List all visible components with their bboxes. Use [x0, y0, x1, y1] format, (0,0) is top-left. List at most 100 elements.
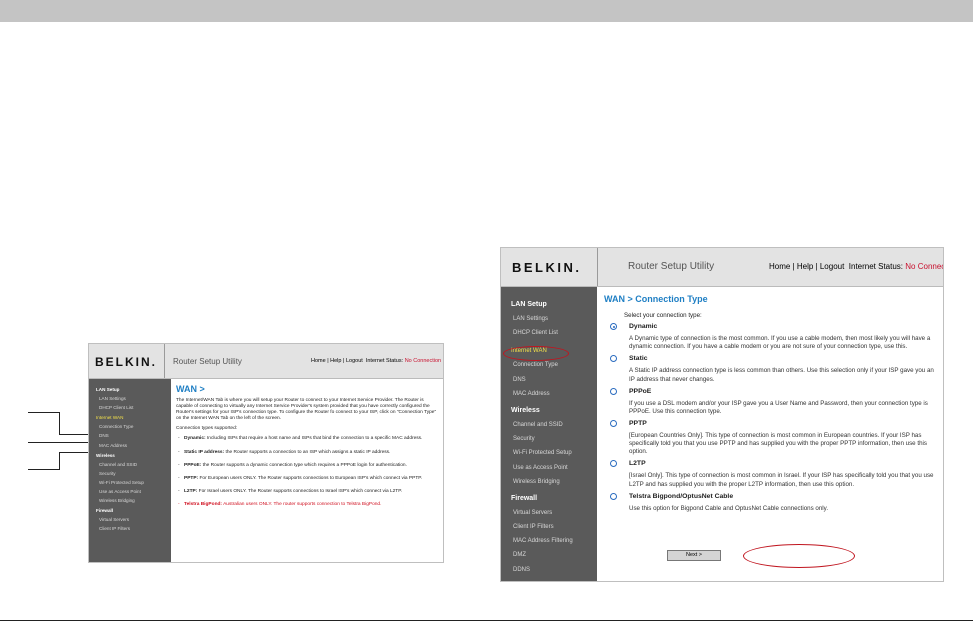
belkin-logo: BELKIN. [95, 355, 157, 369]
sidebar-section-heading: Internet WAN [96, 415, 124, 421]
sidebar-item[interactable]: MAC Address [511, 387, 597, 401]
header-links[interactable]: Home | Help | Logout Internet Status: No… [769, 262, 943, 271]
sidebar-item[interactable]: DNS [96, 431, 171, 440]
option-name: PPTP [629, 419, 647, 427]
option-description: A Static IP address connection type is l… [629, 367, 934, 383]
connection-option: PPPoE If you use a DSL modem and/or your … [604, 387, 935, 416]
connection-type-desc: the Router supports a connection to an I… [225, 449, 391, 455]
connection-type-item: PPTP: For European users ONLY. The Route… [178, 475, 437, 482]
connection-type-list: Dynamic: Including ISPs that require a h… [176, 436, 437, 508]
sidebar-item[interactable]: Virtual Servers [96, 515, 171, 524]
sidebar-item[interactable]: Use as Access Point [511, 461, 597, 475]
sidebar-item[interactable]: DDNS [511, 563, 597, 577]
connection-option: Dynamic A Dynamic type of connection is t… [604, 323, 935, 351]
page-bottom-rule [0, 620, 973, 621]
router-title: Router Setup Utility [628, 261, 715, 272]
option-name: Dynamic [629, 323, 658, 331]
belkin-logo: BELKIN. [512, 260, 582, 275]
radio-button[interactable] [610, 460, 617, 468]
sidebar-item[interactable]: MAC Address Filtering [511, 534, 597, 548]
internet-status-label: Internet Status: [365, 358, 404, 364]
option-description: [European Countries Only]. This type of … [629, 432, 927, 456]
sidebar-item[interactable]: Connection Type [96, 422, 171, 431]
sidebar-item[interactable]: DHCP Client List [511, 326, 597, 340]
page-top-bar [0, 0, 973, 22]
radio-button[interactable] [610, 355, 617, 363]
internet-status-label: Internet Status: [848, 262, 904, 271]
nav-links[interactable]: Home | Help | Logout [311, 358, 363, 364]
header-divider [164, 344, 165, 378]
sidebar-section-heading: Firewall [511, 494, 538, 502]
supported-heading: Connection types supported: [176, 426, 238, 432]
connection-type-desc: the Router supports a dynamic connection… [202, 462, 407, 468]
sidebar-item[interactable]: Security [511, 432, 597, 446]
sidebar-item[interactable]: DMZ [511, 548, 597, 562]
sidebar-item[interactable]: Wireless Bridging [511, 475, 597, 489]
option-name: Static [629, 355, 648, 363]
router-title: Router Setup Utility [173, 357, 242, 366]
sidebar-item[interactable]: LAN Settings [511, 312, 597, 326]
sidebar-item[interactable]: LAN Settings [96, 394, 171, 403]
router-main-content: WAN > Connection Type Select your connec… [597, 287, 943, 581]
router-screenshot-wan-overview: BELKIN. Router Setup Utility Home | Help… [88, 343, 444, 563]
connection-type-desc: Including ISPs that require a host name … [206, 436, 423, 442]
header-divider [597, 248, 598, 286]
nav-links[interactable]: Home | Help | Logout [769, 262, 844, 271]
callout-line-1-diag [59, 412, 60, 435]
callout-line-3-diag [59, 452, 60, 470]
connection-type-item: L2TP: For Israel users ONLY. The Router … [178, 488, 437, 495]
sidebar-item[interactable]: Wireless Bridging [96, 496, 171, 505]
router-header: BELKIN. Router Setup Utility Home | Help… [89, 344, 443, 379]
sidebar-item[interactable]: Security [96, 469, 171, 478]
connection-options: Dynamic A Dynamic type of connection is t… [604, 323, 935, 513]
sidebar-item[interactable]: WAN Ping Blocking [511, 577, 597, 582]
callout-line-3 [28, 469, 60, 470]
option-description: [Israel Only]. This type of connection i… [629, 472, 934, 488]
sidebar-item[interactable]: Client IP Filters [96, 524, 171, 533]
connection-option: PPTP [European Countries Only]. This type… [604, 419, 935, 456]
sidebar-section-heading: Wireless [96, 452, 115, 458]
sidebar-item[interactable]: MAC Address [96, 441, 171, 450]
page-title: WAN > Connection Type [604, 294, 708, 304]
radio-button[interactable] [610, 419, 617, 427]
sidebar-item[interactable]: DHCP Client List [96, 403, 171, 412]
option-description: Use this option for Bigpond Cable and Op… [629, 504, 829, 512]
sidebar-item[interactable]: Channel and SSID [511, 418, 597, 432]
connection-option: L2TP [Israel Only]. This type of connecti… [604, 460, 935, 488]
connection-type-name: Static IP address: [184, 449, 225, 455]
sidebar-item[interactable]: Client IP Filters [511, 520, 597, 534]
sidebar-section-heading: Wireless [511, 406, 540, 414]
router-sidebar: LAN Setup LAN Settings DHCP Client List Int… [501, 287, 597, 581]
connection-type-name: Telstra BigPond: [184, 501, 223, 507]
option-name: L2TP [629, 460, 646, 468]
connection-type-desc: For European users ONLY. The Router supp… [199, 475, 423, 481]
intro-text: The Internet/WAN Tab is where you will s… [176, 398, 437, 422]
sidebar-item[interactable]: Wi-Fi Protected Setup [96, 478, 171, 487]
option-name: Telstra Bigpond/OptusNet Cable [629, 492, 734, 500]
select-prompt: Select your connection type: [624, 312, 702, 319]
connection-type-name: L2TP: [184, 488, 198, 494]
sidebar-item[interactable]: Channel and SSID [96, 460, 171, 469]
sidebar-item[interactable]: Wi-Fi Protected Setup [511, 446, 597, 460]
sidebar-section-heading: LAN Setup [511, 301, 547, 308]
option-name: PPPoE [629, 387, 652, 395]
sidebar-section-heading: LAN Setup [96, 387, 120, 392]
radio-button[interactable] [610, 492, 617, 500]
option-description: If you use a DSL modem and/or your ISP g… [629, 399, 928, 415]
router-main-content: WAN > The Internet/WAN Tab is where you … [171, 379, 443, 562]
connection-option: Static A Static IP address connection typ… [604, 355, 935, 383]
sidebar-item[interactable]: Use as Access Point [96, 487, 171, 496]
connection-type-name: PPPoE: [184, 462, 202, 468]
internet-status-value: No Connection [905, 262, 943, 271]
next-button[interactable]: Next > [667, 550, 721, 561]
sidebar-item[interactable]: DNS [511, 373, 597, 387]
callout-line-1 [28, 412, 60, 413]
connection-type-name: Dynamic: [184, 436, 206, 442]
router-screenshot-connection-type: BELKIN. Router Setup Utility Home | Help… [500, 247, 944, 582]
connection-option: Telstra Bigpond/OptusNet Cable Use this o… [604, 492, 935, 513]
radio-button[interactable] [610, 387, 617, 395]
sidebar-item[interactable]: Virtual Servers [511, 506, 597, 520]
header-links[interactable]: Home | Help | Logout Internet Status: No… [311, 358, 441, 364]
radio-button[interactable] [610, 323, 617, 331]
connection-type-item: Dynamic: Including ISPs that require a h… [178, 436, 437, 442]
